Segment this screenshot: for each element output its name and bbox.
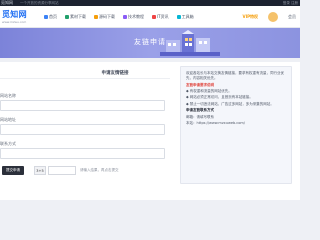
captcha-hint: 请输入结果，再点击提交 [80, 168, 119, 172]
form-title: 申请友情链接 [101, 71, 129, 76]
nav-item-tutorials[interactable]: 技术教程 [119, 6, 148, 28]
contact-info: 邮箱：请填写联系 [186, 114, 214, 119]
download-icon [65, 15, 69, 19]
vip-promo[interactable]: VIP特权 [242, 14, 258, 20]
logo-mark: 觅知网 [2, 10, 27, 19]
site-url-input[interactable] [0, 124, 165, 135]
contact-label: 联系方式 [0, 141, 16, 146]
captcha-code[interactable]: 3+5 [34, 166, 46, 175]
nav-item-tools[interactable]: 工具箱 [173, 6, 198, 28]
user-menu[interactable]: 会员 [288, 14, 296, 20]
site-url-label: 网站地址 [0, 117, 16, 122]
page-banner: 友链申请 [0, 28, 300, 58]
avatar[interactable] [268, 12, 278, 22]
site-url-text[interactable]: 本站：https://www.mzxuweb.com/ [186, 121, 286, 126]
link-rules-box: 欢迎各站长与本站交换友情链接，要求有权重有流量，同行业优先，内容相关优先。 友链… [180, 66, 292, 184]
nav-item-materials[interactable]: 素材下载 [61, 6, 90, 28]
rule-item: ◆ 网站必须正常访问，且首页有本站链接。 [186, 95, 253, 100]
submit-button[interactable]: 提交申请 [2, 166, 24, 175]
code-icon [94, 15, 98, 19]
rule-item: ◆ 有权重和流量的网站优先。 [186, 88, 232, 93]
contact-title: 申请友链联系方式 [186, 108, 214, 113]
nav-item-news[interactable]: IT资讯 [148, 6, 173, 28]
rules-intro: 欢迎各站长与本站交换友情链接，要求有权重有流量，同行业优先，内容相关优先。 [186, 71, 284, 81]
site-name-label: 网站名称 [0, 93, 16, 98]
captcha-input[interactable] [48, 166, 76, 175]
home-icon [44, 15, 48, 19]
page-title: 友链申请 [134, 38, 166, 46]
site-name-input[interactable] [0, 100, 165, 111]
book-icon [123, 15, 127, 19]
nav-item-source[interactable]: 源码下载 [90, 6, 119, 28]
main-nav: 觅知网 www.mzwu.com 首页 素材下载 源码下载 技术教程 IT资讯 … [0, 6, 300, 28]
rules-title: 友链申请要求说明 [186, 82, 214, 87]
site-logo[interactable]: 觅知网 www.mzwu.com [2, 10, 34, 24]
nav-item-home[interactable]: 首页 [40, 6, 61, 28]
news-icon [152, 15, 156, 19]
form-divider [0, 78, 170, 79]
rule-item: ◆ 禁止一切违法网站，广告过多网站，多为采集的网站。 [186, 101, 274, 106]
logo-tagline: www.mzwu.com [2, 20, 27, 24]
nav-menu: 首页 素材下载 源码下载 技术教程 IT资讯 工具箱 [40, 6, 198, 28]
tools-icon [176, 15, 181, 19]
contact-input[interactable] [0, 148, 165, 159]
